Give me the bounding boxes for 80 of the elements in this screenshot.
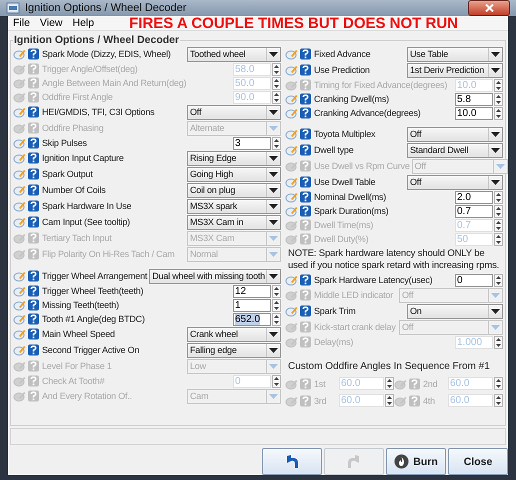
field-label: Middle LED indicator [314, 290, 394, 300]
dropdown[interactable]: Off [407, 174, 503, 190]
dropdown[interactable]: Falling edge [187, 342, 281, 358]
field-label: 4th [423, 396, 436, 406]
field-label: Spark Trim [314, 306, 357, 316]
field-label: And Every Rotation Of.. [42, 391, 133, 401]
number-field[interactable]: 652.0 [233, 312, 271, 326]
field-label: Trigger Wheel Arrangement [42, 271, 148, 281]
dropdown[interactable]: Toothed wheel [187, 46, 281, 62]
field-label: Toyota Multiplex [314, 129, 376, 139]
field-label: Fixed Advance [314, 49, 372, 59]
window-title: Ignition Options / Wheel Decoder [25, 2, 188, 14]
field-label: 1st [314, 378, 326, 388]
field-label: Trigger Wheel Teeth(teeth) [42, 286, 144, 296]
dropdown[interactable]: MS3X Cam in [187, 214, 281, 230]
dropdown[interactable]: Dual wheel with missing tooth [149, 268, 282, 284]
number-field[interactable]: 1 [233, 298, 271, 312]
field-label: Spark Duration(ms) [314, 206, 390, 216]
field-label: Cranking Advance(degrees) [314, 108, 422, 118]
dropdown[interactable]: Standard Dwell [407, 142, 503, 158]
field-label: Dwell Duty(%) [314, 234, 370, 244]
dropdown[interactable]: MS3X spark [187, 198, 281, 214]
field-label: Second Trigger Active On [42, 345, 140, 355]
field-label: 3rd [314, 396, 328, 406]
field-label: Number Of Coils [42, 185, 107, 195]
dropdown[interactable]: Crank wheel [187, 326, 281, 342]
dropdown[interactable]: Going High [187, 166, 281, 182]
field-label: Cranking Dwell(ms) [314, 94, 390, 104]
field-label: Oddfire First Angle [42, 92, 114, 102]
group-title: Ignition Options / Wheel Decoder [13, 34, 180, 46]
field-label: Kick-start crank delay [314, 322, 397, 332]
burn-button[interactable]: Burn [386, 448, 446, 475]
field-label: Flip Polarity On Hi-Res Tach / Cam [42, 249, 176, 259]
field-label: Ignition Input Capture [42, 153, 125, 163]
field-label: Spark Hardware Latency(usec) [314, 275, 434, 285]
number-field[interactable]: 10.0 [455, 106, 493, 120]
menu-item[interactable]: View [34, 17, 68, 29]
note-text: NOTE: Spark hardware latency should ONLY be used if you notice spark retard with increasing rpms. [287, 247, 500, 273]
dropdown[interactable]: Coil on plug [187, 182, 281, 198]
number-field[interactable]: 12 [233, 284, 271, 298]
dropdown[interactable]: On [407, 304, 503, 318]
close-button[interactable]: Close [448, 448, 508, 475]
field-label: Spark Output [42, 169, 94, 179]
field-label: Skip Pulses [42, 138, 88, 148]
field-label: Use Dwell Table [314, 177, 376, 187]
menu-item[interactable]: File [8, 17, 35, 29]
field-label: Delay(ms) [314, 337, 354, 347]
field-label: Oddfire Phasing [42, 123, 105, 133]
field-label: Main Wheel Speed [42, 329, 116, 339]
field-label: Missing Teeth(teeth) [42, 300, 120, 310]
number-field[interactable]: 3 [233, 136, 271, 150]
field-label: Angle Between Main And Return(deg) [42, 78, 188, 88]
field-label: Trigger Angle/Offset(deg) [42, 64, 139, 74]
number-field[interactable]: 2.0 [455, 190, 493, 204]
field-label: Timing for Fixed Advance(degrees) [314, 80, 448, 90]
dropdown[interactable]: Off [407, 126, 503, 142]
dropdown[interactable]: Use Table [407, 46, 503, 62]
number-field[interactable]: 0.7 [455, 204, 493, 218]
field-label: HEI/GMDIS, TFI, C3I Options [42, 107, 156, 117]
number-field[interactable]: 5.8 [455, 92, 493, 106]
field-label: Dwell type [314, 145, 355, 155]
dropdown[interactable]: Off [187, 104, 281, 120]
field-label: Spark Hardware In Use [42, 201, 132, 211]
field-label: Tooth #1 Angle(deg BTDC) [42, 314, 146, 324]
section-label: Custom Oddfire Angles In Sequence From #1 [287, 360, 491, 374]
field-label: Use Prediction [314, 65, 371, 75]
dropdown[interactable]: Rising Edge [187, 150, 281, 166]
annotation-text: FIRES A COUPLE TIMES BUT DOES NOT RUN [129, 14, 458, 32]
field-label: Tertiary Tach Input [42, 233, 113, 243]
field-label: Nominal Dwell(ms) [314, 192, 388, 202]
dropdown[interactable]: 1st Deriv Prediction [407, 62, 503, 78]
field-label: Spark Mode (Dizzy, EDIS, Wheel) [42, 49, 172, 59]
field-label: Dwell Time(ms) [314, 220, 374, 230]
field-label: 2nd [423, 378, 438, 388]
field-label: Use Dwell vs Rpm Curve [314, 161, 410, 171]
number-field[interactable]: 0 [455, 274, 493, 286]
field-label: Level For Phase 1 [42, 361, 113, 371]
field-label: Check At Tooth# [42, 376, 106, 386]
menu-item[interactable]: Help [68, 17, 100, 29]
field-label: Cam Input (See tooltip) [42, 217, 131, 227]
